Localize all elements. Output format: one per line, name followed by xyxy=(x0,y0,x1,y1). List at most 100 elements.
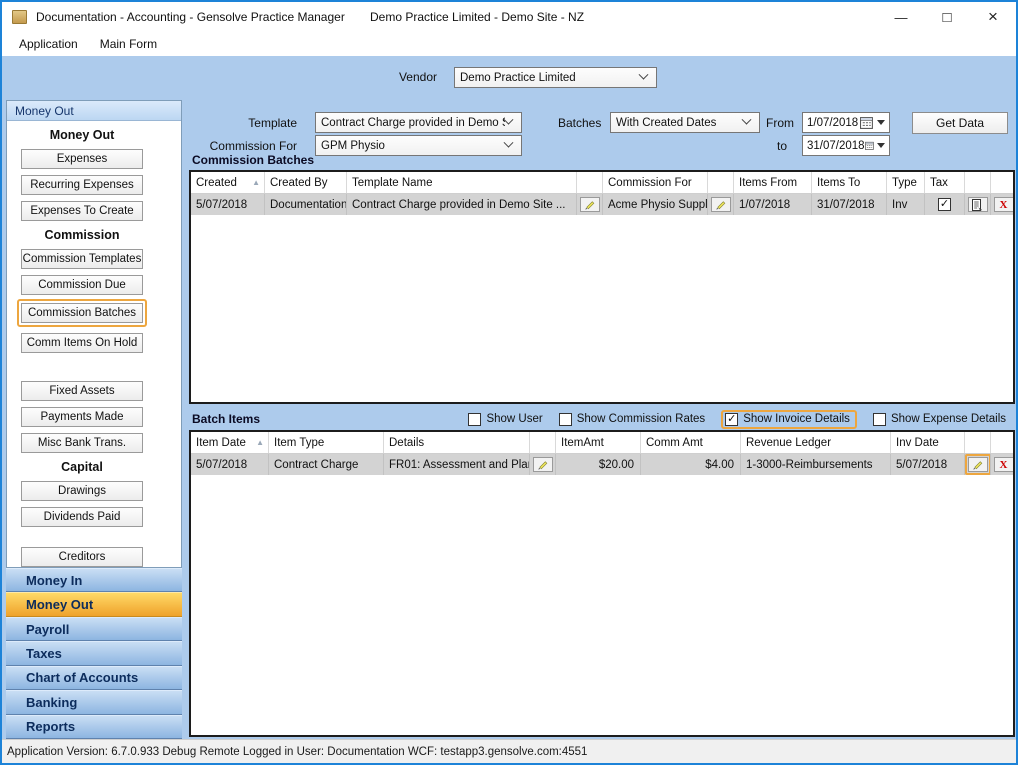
nav-banking[interactable]: Banking xyxy=(6,690,182,714)
sidebar-button-commission-due[interactable]: Commission Due xyxy=(21,275,143,295)
batches-select[interactable]: With Created Dates xyxy=(610,112,760,133)
maximize-button[interactable]: □ xyxy=(924,2,970,32)
option-label: Show Expense Details xyxy=(891,413,1006,425)
cell-created: 5/07/2018 xyxy=(191,194,265,215)
column-header-item-type[interactable]: Item Type xyxy=(269,432,384,453)
sidebar-button-dividends-paid[interactable]: Dividends Paid xyxy=(21,507,143,527)
nav-money-out[interactable]: Money Out xyxy=(6,592,182,616)
column-header-tax[interactable]: Tax xyxy=(925,172,965,193)
column-header-commission-for[interactable]: Commission For xyxy=(603,172,708,193)
column-header-inv-date[interactable]: Inv Date xyxy=(891,432,965,453)
column-header-created-by[interactable]: Created By xyxy=(265,172,347,193)
sidebar-button-fixed-assets[interactable]: Fixed Assets xyxy=(21,381,143,401)
chevron-down-icon xyxy=(504,138,514,148)
show-invoice-details-checkbox[interactable]: ✓ xyxy=(725,413,738,426)
edit-details-button[interactable] xyxy=(533,457,553,472)
vendor-label: Vendor xyxy=(342,70,437,84)
calendar-icon xyxy=(865,139,874,152)
show-commission-rates-checkbox[interactable] xyxy=(559,413,572,426)
dropdown-arrow-icon xyxy=(877,143,885,148)
nav-chart-of-accounts[interactable]: Chart of Accounts xyxy=(6,666,182,690)
option-show-user: Show User xyxy=(468,413,542,426)
column-header-item-amt[interactable]: ItemAmt xyxy=(556,432,641,453)
cell-template-name: Contract Charge provided in Demo Site ..… xyxy=(347,194,577,215)
sidebar-button-payments-made[interactable]: Payments Made xyxy=(21,407,143,427)
to-date-picker[interactable]: 31/07/2018 xyxy=(802,135,890,156)
status-bar: Application Version: 6.7.0.933 Debug Rem… xyxy=(2,739,1016,763)
commission-for-select[interactable]: GPM Physio xyxy=(315,135,522,156)
column-header-items-from[interactable]: Items From xyxy=(734,172,812,193)
column-header-label: Item Date xyxy=(196,437,246,449)
option-label: Show Invoice Details xyxy=(743,413,850,425)
sidebar-button-drawings[interactable]: Drawings xyxy=(21,481,143,501)
view-invoice-button[interactable] xyxy=(968,197,988,212)
nav-taxes[interactable]: Taxes xyxy=(6,641,182,665)
minimize-button[interactable]: — xyxy=(878,2,924,32)
cell-commission-for: Acme Physio Supplie... xyxy=(603,194,708,215)
close-button[interactable]: × xyxy=(970,2,1016,32)
batches-label: Batches xyxy=(558,116,601,130)
cell-edit xyxy=(577,194,603,215)
window-title: Documentation - Accounting - Gensolve Pr… xyxy=(36,10,345,24)
delete-batch-button[interactable]: X xyxy=(994,197,1014,212)
edit-template-button[interactable] xyxy=(580,197,600,212)
cell-comm-amt: $4.00 xyxy=(641,454,741,475)
get-data-button[interactable]: Get Data xyxy=(912,112,1008,134)
sidebar-button-commission-batches[interactable]: Commission Batches xyxy=(21,303,143,323)
sidebar-button-recurring-expenses[interactable]: Recurring Expenses xyxy=(21,175,143,195)
cell-item-date: 5/07/2018 xyxy=(191,454,269,475)
nav-payroll[interactable]: Payroll xyxy=(6,617,182,641)
pencil-icon xyxy=(971,458,984,471)
window-subtitle: Demo Practice Limited - Demo Site - NZ xyxy=(370,10,584,24)
vendor-value: Demo Practice Limited xyxy=(460,72,640,84)
invoice-report-icon xyxy=(971,198,984,212)
column-header-template-name[interactable]: Template Name xyxy=(347,172,577,193)
sidebar-button-expenses[interactable]: Expenses xyxy=(21,149,143,169)
nav-reports[interactable]: Reports xyxy=(6,715,182,739)
column-header-created[interactable]: Created▲ xyxy=(191,172,265,193)
option-show-expense-details: Show Expense Details xyxy=(873,413,1006,426)
delete-item-button[interactable]: X xyxy=(994,457,1014,472)
tax-checkbox[interactable]: ✓ xyxy=(938,198,951,211)
chevron-down-icon xyxy=(504,115,514,125)
menu-application[interactable]: Application xyxy=(10,34,87,54)
sidebar-button-comm-items-on-hold[interactable]: Comm Items On Hold xyxy=(21,333,143,353)
section-nav: Money In Money Out Payroll Taxes Chart o… xyxy=(6,568,182,739)
sidebar-button-creditors[interactable]: Creditors xyxy=(21,547,143,567)
show-expense-details-checkbox[interactable] xyxy=(873,413,886,426)
group-gap xyxy=(7,360,157,375)
sort-asc-icon: ▲ xyxy=(252,178,260,187)
column-header-details[interactable]: Details xyxy=(384,432,530,453)
grid-header-row: Created▲ Created By Template Name Commis… xyxy=(191,172,1013,194)
option-show-invoice-details: ✓ Show Invoice Details xyxy=(721,410,857,429)
menu-main-form[interactable]: Main Form xyxy=(91,34,166,54)
column-header-comm-amt[interactable]: Comm Amt xyxy=(641,432,741,453)
column-header-type[interactable]: Type xyxy=(887,172,925,193)
commission-batch-row[interactable]: 5/07/2018 Documentation Contract Charge … xyxy=(191,194,1013,215)
vendor-select[interactable]: Demo Practice Limited xyxy=(454,67,657,88)
cell-edit xyxy=(708,194,734,215)
commission-for-label: Commission For xyxy=(192,139,297,153)
option-label: Show Commission Rates xyxy=(577,413,705,425)
sidebar-button-expenses-to-create[interactable]: Expenses To Create xyxy=(21,201,143,221)
sidebar-button-misc-bank-trans[interactable]: Misc Bank Trans. xyxy=(21,433,143,453)
cell-edit xyxy=(965,454,991,475)
edit-commission-for-button[interactable] xyxy=(711,197,731,212)
edit-item-button[interactable] xyxy=(968,457,988,472)
menu-bar: Application Main Form xyxy=(2,32,1016,56)
from-date-picker[interactable]: 1/07/2018 xyxy=(802,112,890,133)
column-header-item-date[interactable]: Item Date ▲ xyxy=(191,432,269,453)
cell-tax: ✓ xyxy=(925,194,965,215)
template-select[interactable]: Contract Charge provided in Demo Site xyxy=(315,112,522,133)
app-icon xyxy=(12,10,27,24)
cell-items-to: 31/07/2018 xyxy=(812,194,887,215)
highlight-outline xyxy=(965,454,991,475)
column-header-delete xyxy=(991,432,1015,453)
batch-item-row[interactable]: 5/07/2018 Contract Charge FR01: Assessme… xyxy=(191,454,1013,475)
sort-asc-icon: ▲ xyxy=(256,438,264,447)
column-header-revenue-ledger[interactable]: Revenue Ledger xyxy=(741,432,891,453)
column-header-items-to[interactable]: Items To xyxy=(812,172,887,193)
show-user-checkbox[interactable] xyxy=(468,413,481,426)
nav-money-in[interactable]: Money In xyxy=(6,568,182,592)
sidebar-button-commission-templates[interactable]: Commission Templates xyxy=(21,249,143,269)
